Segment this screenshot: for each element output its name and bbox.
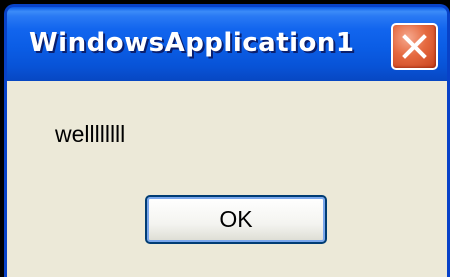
- window-title: WindowsApplication1: [29, 28, 355, 58]
- message-box-window: WindowsApplication1 wellllllll OK: [4, 4, 450, 277]
- title-bar[interactable]: WindowsApplication1: [7, 7, 447, 81]
- message-text: wellllllll: [55, 121, 126, 147]
- dialog-body: wellllllll OK: [7, 81, 447, 277]
- ok-button[interactable]: OK: [145, 195, 327, 244]
- close-icon: [402, 34, 427, 59]
- close-button[interactable]: [391, 23, 438, 70]
